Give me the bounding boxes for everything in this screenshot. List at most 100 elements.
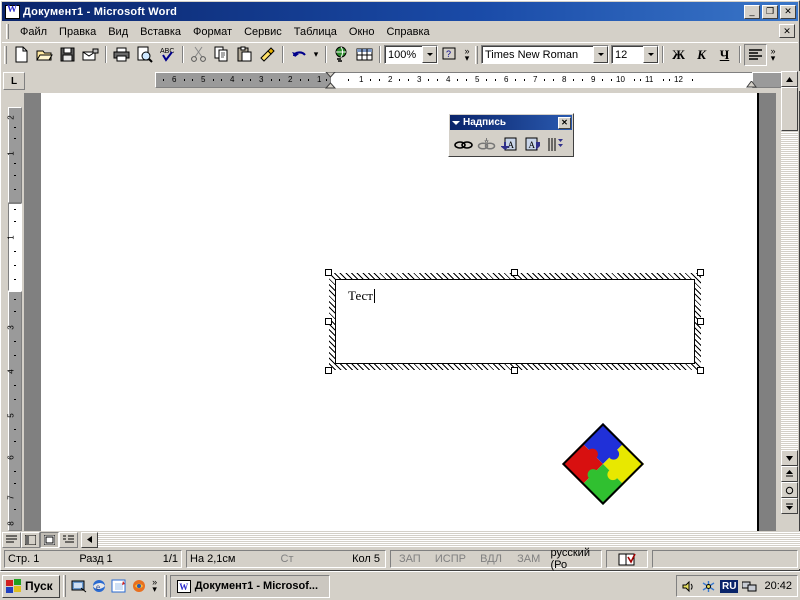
quick-launch-overflow[interactable]: » ▾ — [149, 575, 161, 597]
language-indicator[interactable]: RU — [720, 579, 739, 593]
resize-handle-nw[interactable] — [325, 269, 332, 276]
standard-toolbar-grip[interactable] — [4, 45, 7, 64]
zoom-combo[interactable]: 100% — [384, 45, 438, 64]
standard-toolbar-overflow[interactable]: » ▾ — [461, 44, 473, 66]
horizontal-scrollbar-row[interactable] — [2, 531, 800, 548]
new-document-icon[interactable] — [10, 44, 33, 66]
italic-button[interactable]: К — [690, 44, 713, 66]
text-box-shape[interactable]: Тест — [325, 269, 704, 374]
start-button[interactable]: Пуск — [2, 574, 60, 598]
help-button[interactable]: ? — [438, 44, 461, 66]
font-name-combo[interactable]: Times New Roman — [481, 45, 609, 64]
undo-dropdown-arrow[interactable]: ▾ — [310, 44, 322, 66]
view-normal-icon[interactable] — [2, 531, 21, 548]
text-box-interior[interactable]: Тест — [335, 279, 695, 364]
print-preview-icon[interactable] — [133, 44, 156, 66]
view-outline-icon[interactable] — [59, 531, 78, 548]
chevron-down-icon[interactable] — [593, 46, 608, 63]
document-close-button[interactable]: ✕ — [779, 24, 795, 38]
text-box-content[interactable]: Тест — [348, 288, 375, 304]
spelling-check-icon[interactable]: ABC — [156, 44, 179, 66]
spell-check-book-icon[interactable] — [606, 549, 648, 568]
select-browse-object-button[interactable] — [781, 482, 798, 498]
open-folder-icon[interactable] — [33, 44, 56, 66]
hyperlink-globe-icon[interactable] — [330, 44, 353, 66]
minimize-button[interactable]: _ — [744, 4, 760, 19]
menu-insert[interactable]: Вставка — [134, 24, 187, 40]
scroll-left-button[interactable] — [81, 531, 98, 548]
resize-handle-se[interactable] — [697, 367, 704, 374]
scroll-track[interactable] — [781, 131, 798, 450]
status-rec[interactable]: ЗАП — [391, 550, 429, 567]
internet-explorer-icon[interactable]: e — [89, 575, 109, 597]
menu-grip[interactable] — [6, 24, 9, 39]
vertical-scrollbar[interactable] — [781, 71, 798, 533]
status-ovr[interactable]: ЗАМ — [510, 550, 548, 567]
restore-button[interactable]: ❐ — [762, 4, 778, 19]
underline-button[interactable]: Ч — [713, 44, 736, 66]
firefox-icon[interactable] — [129, 575, 149, 597]
resize-handle-e[interactable] — [697, 318, 704, 325]
menu-table[interactable]: Таблица — [288, 24, 343, 40]
view-web-layout-icon[interactable] — [21, 531, 40, 548]
copy-icon[interactable] — [210, 44, 233, 66]
mail-recipient-icon[interactable] — [79, 44, 102, 66]
textbox-toolbar[interactable]: Надпись ✕ A A — [448, 113, 574, 157]
cut-scissors-icon[interactable] — [187, 44, 210, 66]
next-text-box-icon[interactable]: A — [521, 133, 544, 155]
resize-handle-ne[interactable] — [697, 269, 704, 276]
font-size-combo[interactable]: 12 — [611, 45, 659, 64]
print-icon[interactable] — [110, 44, 133, 66]
tab-stop-selector[interactable]: L — [3, 72, 25, 90]
scroll-down-button[interactable] — [781, 450, 798, 466]
formatting-toolbar-grip[interactable] — [475, 45, 478, 64]
menu-help[interactable]: Справка — [380, 24, 435, 40]
menu-file[interactable]: Файл — [14, 24, 53, 40]
ruler-strip[interactable]: 6 5 4 3 2 1 1 2 3 4 5 6 7 8 9 10 11 12 — [27, 72, 800, 90]
menu-edit[interactable]: Правка — [53, 24, 102, 40]
scroll-thumb[interactable] — [781, 87, 798, 131]
resize-handle-s[interactable] — [511, 367, 518, 374]
menu-view[interactable]: Вид — [102, 24, 134, 40]
insert-table-icon[interactable] — [353, 44, 376, 66]
document-page[interactable]: Тест — [41, 93, 759, 533]
puzzle-pieces-image[interactable] — [561, 422, 645, 506]
menu-format[interactable]: Формат — [187, 24, 238, 40]
status-ext[interactable]: ВДЛ — [472, 550, 510, 567]
vertical-ruler[interactable]: 2 1 1 3 4 5 6 7 8 — [7, 93, 24, 533]
horizontal-scroll-track[interactable] — [98, 531, 800, 548]
create-text-box-link-icon[interactable] — [452, 133, 475, 155]
horizontal-ruler[interactable]: L 6 5 4 3 2 1 1 2 3 4 5 6 7 8 9 10 11 12 — [2, 71, 800, 91]
menu-tools[interactable]: Сервис — [238, 24, 288, 40]
next-page-button[interactable] — [781, 498, 798, 514]
resize-handle-w[interactable] — [325, 318, 332, 325]
task-button-word[interactable]: W Документ1 - Microsof... — [169, 574, 330, 598]
format-painter-icon[interactable] — [256, 44, 279, 66]
undo-icon[interactable] — [287, 44, 310, 66]
view-print-layout-icon[interactable] — [40, 531, 59, 548]
chevron-down-icon[interactable] — [643, 46, 658, 63]
textbox-toolbar-title-bar[interactable]: Надпись ✕ — [450, 115, 572, 130]
textbox-toolbar-close-button[interactable]: ✕ — [558, 116, 571, 129]
outlook-express-icon[interactable] — [109, 575, 129, 597]
save-disk-icon[interactable] — [56, 44, 79, 66]
close-button[interactable]: ✕ — [780, 4, 796, 19]
bold-button[interactable]: Ж — [667, 44, 690, 66]
show-desktop-icon[interactable] — [69, 575, 89, 597]
paste-icon[interactable] — [233, 44, 256, 66]
resize-handle-n[interactable] — [511, 269, 518, 276]
status-language[interactable]: русский (Ро — [548, 547, 601, 571]
toolbar-options-arrow-icon[interactable] — [452, 120, 460, 125]
previous-page-button[interactable] — [781, 466, 798, 482]
previous-text-box-icon[interactable]: A — [498, 133, 521, 155]
formatting-toolbar-overflow[interactable]: » ▾ — [767, 44, 779, 66]
chevron-down-icon[interactable] — [422, 46, 437, 63]
scroll-up-button[interactable] — [781, 71, 798, 87]
change-text-direction-icon[interactable] — [544, 133, 567, 155]
resize-handle-sw[interactable] — [325, 367, 332, 374]
align-left-icon[interactable] — [744, 43, 767, 66]
menu-window[interactable]: Окно — [343, 24, 381, 40]
status-trk[interactable]: ИСПР — [429, 550, 473, 567]
break-forward-link-icon[interactable] — [475, 133, 498, 155]
document-area[interactable]: Тест — [24, 93, 776, 533]
